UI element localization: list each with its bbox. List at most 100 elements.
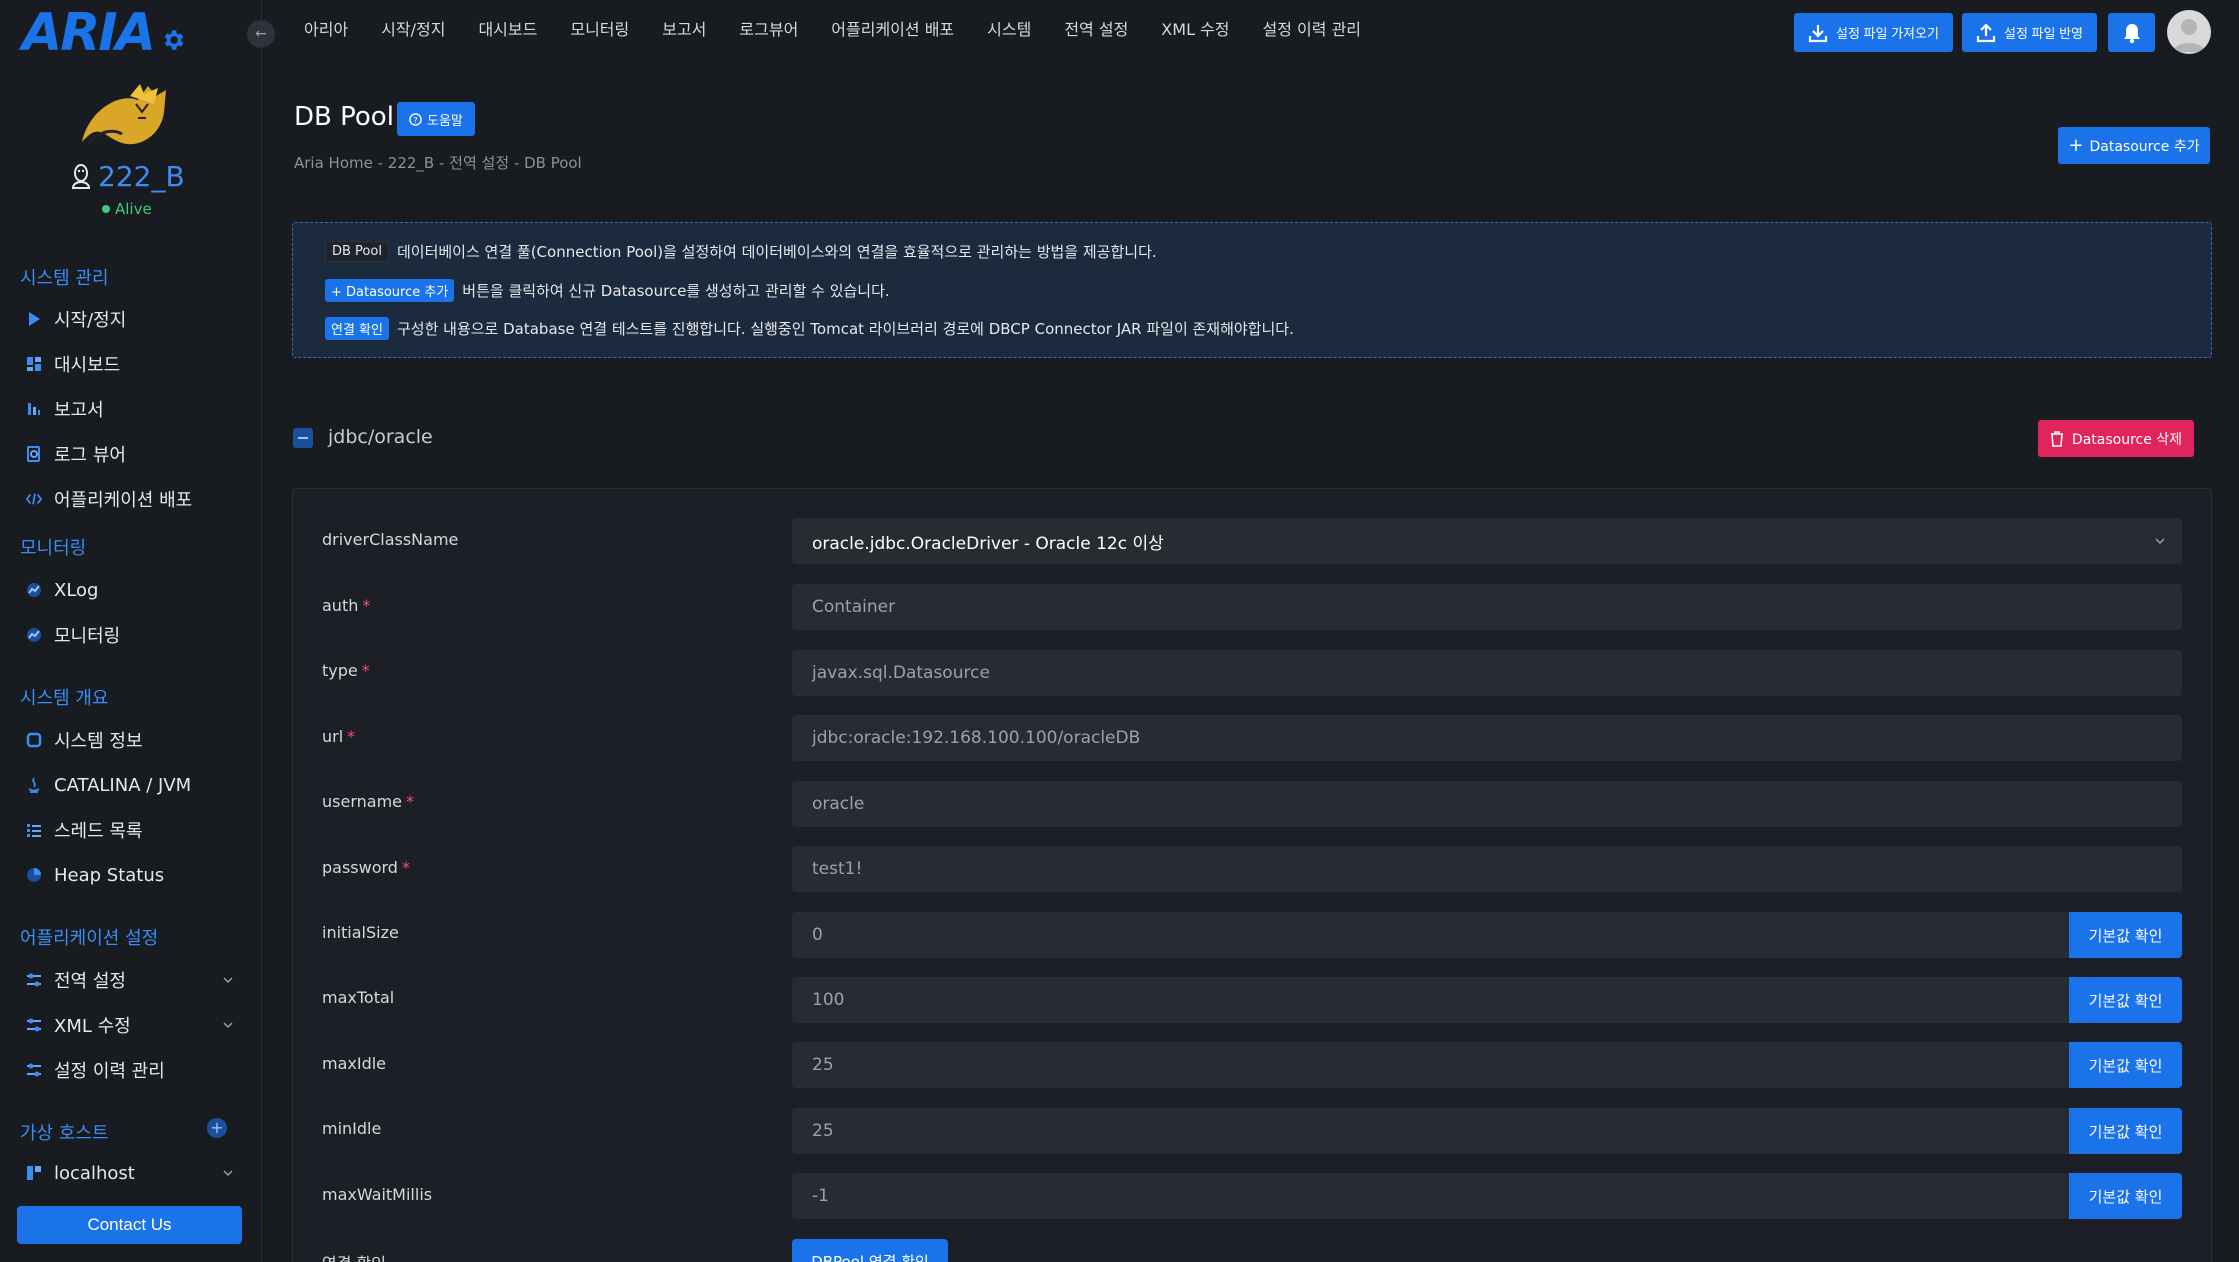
section-virtual-host: 가상 호스트	[20, 1123, 109, 1144]
field-label-text: initialSize	[322, 923, 399, 942]
sidebar-item-heap-status[interactable]: Heap Status	[26, 860, 234, 890]
sidebar-item-monitoring[interactable]: 모니터링	[26, 620, 234, 650]
dbpool-connection-check-button[interactable]: DBPool 연결 확인	[792, 1239, 948, 1262]
required-marker: *	[406, 792, 414, 811]
add-datasource-button[interactable]: + Datasource 추가	[2058, 127, 2210, 164]
page-title: DB Pool	[294, 102, 394, 132]
driverclassname-select[interactable]: oracle.jdbc.OracleDriver - Oracle 12c 이상	[792, 518, 2182, 564]
collapse-datasource-button[interactable]	[293, 428, 313, 448]
sidebar-item-dashboard[interactable]: 대시보드	[26, 349, 234, 379]
xlog-icon	[26, 582, 42, 598]
type-input[interactable]: javax.sql.Datasource	[792, 650, 2182, 696]
report-icon	[26, 401, 42, 417]
notification-button[interactable]	[2108, 13, 2155, 52]
chevron-down-icon[interactable]	[222, 974, 234, 986]
maxidle-default-button[interactable]: 기본값 확인	[2069, 1042, 2182, 1088]
info-text-3: 구성한 내용으로 Database 연결 테스트를 진행합니다. 실행중인 To…	[396, 320, 1294, 338]
field-label-text: maxWaitMillis	[322, 1185, 433, 1204]
minidle-default-button[interactable]: 기본값 확인	[2069, 1108, 2182, 1154]
gear-icon[interactable]	[160, 27, 186, 53]
topnav-item-dashboard[interactable]: 대시보드	[478, 18, 537, 42]
chevron-down-icon[interactable]	[222, 1019, 234, 1031]
field-label-password: password *	[322, 858, 410, 877]
sidebar-item-label: Heap Status	[54, 864, 165, 886]
topnav-item-monitoring[interactable]: 모니터링	[570, 18, 629, 42]
sidebar-item-label: 시스템 정보	[54, 731, 143, 752]
password-input[interactable]: test1!	[792, 846, 2182, 892]
info-box: DB Pool 데이터베이스 연결 풀(Connection Pool)을 설정…	[292, 222, 2212, 358]
sidebar-item-xml-edit[interactable]: XML 수정	[26, 1010, 234, 1040]
sidebar-item-thread-list[interactable]: 스레드 목록	[26, 815, 234, 845]
thread-list-icon	[26, 822, 42, 838]
sidebar-item-settings-history[interactable]: 설정 이력 관리	[26, 1055, 234, 1085]
user-icon	[2173, 19, 2205, 52]
topnav-item-start-stop[interactable]: 시작/정지	[381, 18, 445, 42]
sidebar-item-label: 설정 이력 관리	[54, 1061, 165, 1082]
sidebar-item-start-stop[interactable]: 시작/정지	[26, 304, 234, 334]
connection-check-tag: 연결 확인	[325, 317, 389, 340]
apply-config-label: 설정 파일 반영	[2004, 26, 2083, 41]
sidebar-item-report[interactable]: 보고서	[26, 394, 234, 424]
topnav-item-app-deploy[interactable]: 어플리케이션 배포	[831, 18, 954, 42]
field-label-text: type	[322, 661, 358, 680]
maxidle-input[interactable]: 25	[792, 1042, 2070, 1088]
auth-input[interactable]: Container	[792, 584, 2182, 630]
initialsize-default-button[interactable]: 기본값 확인	[2069, 912, 2182, 958]
java-icon	[26, 777, 42, 793]
sidebar-item-localhost[interactable]: localhost	[26, 1161, 234, 1185]
field-label-text: auth	[322, 596, 359, 615]
field-label-text: driverClassName	[322, 530, 459, 549]
import-config-button[interactable]: 설정 파일 가져오기	[1794, 13, 1953, 52]
username-input[interactable]: oracle	[792, 781, 2182, 827]
sidebar-item-label: 시작/정지	[54, 310, 127, 331]
apply-config-button[interactable]: 설정 파일 반영	[1962, 13, 2097, 52]
sidebar-item-system-info[interactable]: 시스템 정보	[26, 725, 234, 755]
add-host-icon[interactable]: +	[207, 1118, 227, 1138]
maxtotal-default-button[interactable]: 기본값 확인	[2069, 977, 2182, 1023]
required-marker: *	[401, 858, 410, 877]
topnav-item-aria[interactable]: 아리아	[304, 18, 348, 42]
url-input[interactable]: jdbc:oracle:192.168.100.100/oracleDB	[792, 715, 2182, 761]
avatar[interactable]	[2167, 10, 2211, 54]
sidebar-item-global-settings[interactable]: 전역 설정	[26, 965, 234, 995]
maxtotal-input[interactable]: 100	[792, 977, 2070, 1023]
field-label-text: url	[322, 727, 344, 746]
initialsize-input[interactable]: 0	[792, 912, 2070, 958]
sidebar-item-log-viewer[interactable]: 로그 뷰어	[26, 439, 234, 469]
maxwaitmillis-input[interactable]: -1	[792, 1173, 2070, 1219]
sliders-icon	[26, 1062, 42, 1078]
sidebar-item-xlog[interactable]: XLog	[26, 575, 234, 605]
code-icon	[26, 491, 42, 507]
sidebar-item-app-deploy[interactable]: 어플리케이션 배포	[26, 484, 234, 514]
topnav-item-global-settings[interactable]: 전역 설정	[1064, 18, 1128, 42]
sidebar-item-label: XLog	[54, 579, 99, 601]
topnav-item-log-viewer[interactable]: 로그뷰어	[739, 18, 798, 42]
server-name: 222_B	[70, 160, 185, 193]
sliders-icon	[26, 972, 42, 988]
contact-us-button[interactable]: Contact Us	[17, 1206, 242, 1244]
topnav-item-system[interactable]: 시스템	[987, 18, 1031, 42]
sidebar-item-label: 스레드 목록	[54, 821, 143, 842]
upload-icon	[1976, 22, 1996, 42]
play-icon	[26, 311, 42, 327]
minus-icon	[298, 437, 308, 439]
delete-datasource-button[interactable]: Datasource 삭제	[2038, 420, 2194, 457]
chevron-down-icon[interactable]	[222, 1167, 234, 1179]
section-app-settings: 어플리케이션 설정	[20, 928, 159, 949]
topnav-item-settings-history[interactable]: 설정 이력 관리	[1263, 18, 1362, 42]
topnav-item-report[interactable]: 보고서	[662, 18, 706, 42]
collapse-sidebar-button[interactable]: ←	[247, 20, 275, 48]
logo[interactable]: ARIA	[22, 7, 186, 59]
topnav-item-xml-edit[interactable]: XML 수정	[1161, 18, 1229, 42]
sidebar-item-catalina-jvm[interactable]: CATALINA / JVM	[26, 770, 234, 800]
server-name-text: 222_B	[98, 160, 185, 193]
field-label-maxidle: maxIdle	[322, 1054, 386, 1073]
maxwaitmillis-default-button[interactable]: 기본값 확인	[2069, 1173, 2182, 1219]
minidle-input[interactable]: 25	[792, 1108, 2070, 1154]
info-line-1: DB Pool 데이터베이스 연결 풀(Connection Pool)을 설정…	[325, 241, 1157, 262]
help-button[interactable]: ? 도움말	[397, 102, 475, 136]
help-label: 도움말	[427, 113, 463, 129]
field-label-driverclassname: driverClassName	[322, 530, 458, 549]
section-monitoring: 모니터링	[20, 538, 87, 559]
log-viewer-icon	[26, 446, 42, 462]
